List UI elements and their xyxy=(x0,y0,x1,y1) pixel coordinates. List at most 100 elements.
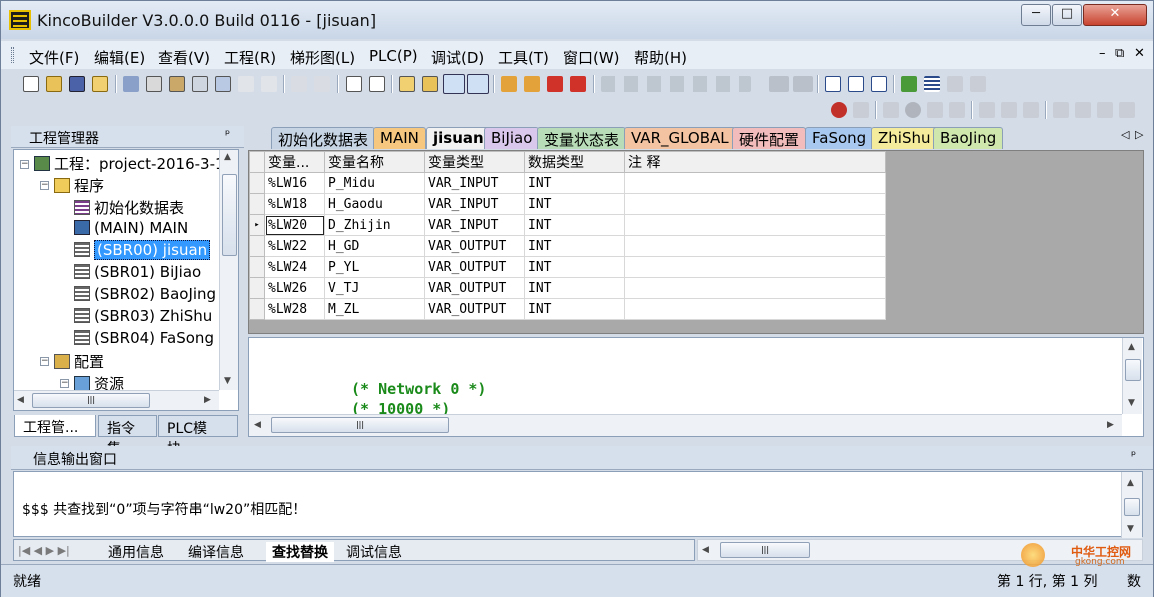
cell-name[interactable]: D_Zhijin xyxy=(324,214,425,236)
tab-nav-first-icon[interactable]: |◀ ◀ ▶ ▶| xyxy=(18,544,70,557)
col-header-name[interactable]: 变量名称 xyxy=(324,151,425,173)
check-icon[interactable] xyxy=(825,76,841,92)
code-horizontal-scrollbar[interactable]: ◀ ||| ▶ xyxy=(249,414,1122,436)
cell-name[interactable]: P_YL xyxy=(324,256,425,278)
cell-data-type[interactable]: INT xyxy=(524,193,625,215)
stop-icon[interactable] xyxy=(905,102,921,118)
collapse-icon[interactable]: − xyxy=(40,357,49,366)
tree-horizontal-scrollbar[interactable]: ◀ ||| ▶ xyxy=(14,390,219,410)
cell-name[interactable]: M_ZL xyxy=(324,298,425,320)
menu-edit[interactable]: 编辑(E) xyxy=(94,47,145,68)
row-header[interactable] xyxy=(249,172,265,194)
tab-main[interactable]: MAIN xyxy=(373,127,426,149)
tab-plc-modules[interactable]: PLC模块... xyxy=(158,415,238,457)
compile-all-icon[interactable] xyxy=(524,76,540,92)
tree-node-config[interactable]: 配置 xyxy=(54,351,104,371)
hand-clear-icon[interactable] xyxy=(1119,102,1135,118)
upload-icon[interactable] xyxy=(570,76,586,92)
new-file-icon[interactable] xyxy=(23,76,39,92)
save-all-icon[interactable] xyxy=(92,76,108,92)
table-row[interactable]: %LW24 P_YL VAR_OUTPUT INT xyxy=(249,256,886,278)
hand-icon[interactable] xyxy=(1053,102,1069,118)
download-icon[interactable] xyxy=(547,76,563,92)
il-view-icon[interactable] xyxy=(467,74,489,94)
cell-address[interactable]: %LW18 xyxy=(264,193,325,215)
tab-baojing[interactable]: BaoJing xyxy=(933,127,1004,149)
cell-name[interactable]: P_Midu xyxy=(324,172,425,194)
table-row[interactable]: %LW16 P_Midu VAR_INPUT INT xyxy=(249,172,886,194)
tree-node-programs[interactable]: 程序 xyxy=(54,175,104,195)
output-vertical-scrollbar[interactable]: ▲ ▼ xyxy=(1121,472,1142,538)
tab-project-manager[interactable]: 工程管... xyxy=(14,415,96,437)
cell-data-type[interactable]: INT xyxy=(524,214,625,236)
cell-data-type[interactable]: INT xyxy=(524,235,625,257)
scroll-up-icon[interactable]: ▲ xyxy=(1128,342,1135,352)
row-header[interactable] xyxy=(249,277,265,299)
table-row[interactable]: %LW28 M_ZL VAR_OUTPUT INT xyxy=(249,298,886,320)
collapse-icon[interactable]: − xyxy=(20,160,29,169)
scroll-thumb[interactable] xyxy=(1125,359,1141,381)
cell-address[interactable]: %LW26 xyxy=(264,277,325,299)
scroll-left-icon[interactable]: ◀ xyxy=(702,545,709,555)
scroll-up-icon[interactable]: ▲ xyxy=(1127,478,1134,488)
unlock-icon[interactable] xyxy=(970,76,986,92)
search-icon[interactable] xyxy=(831,102,847,118)
table-row[interactable]: %LW22 H_GD VAR_OUTPUT INT xyxy=(249,235,886,257)
scroll-thumb[interactable] xyxy=(1124,498,1140,516)
insert-network-icon[interactable] xyxy=(422,76,438,92)
tree-node-init-table[interactable]: 初始化数据表 xyxy=(74,197,184,217)
collapse-icon[interactable]: − xyxy=(40,181,49,190)
cell-comment[interactable] xyxy=(624,298,886,320)
scroll-thumb[interactable]: ||| xyxy=(32,393,150,408)
tab-scroll-left-icon[interactable]: ◁ xyxy=(1121,128,1129,141)
cell-var-type[interactable]: VAR_OUTPUT xyxy=(424,235,525,257)
row-header[interactable] xyxy=(249,298,265,320)
menu-file[interactable]: 文件(F) xyxy=(29,47,79,68)
save-icon[interactable] xyxy=(69,76,85,92)
cell-address[interactable]: %LW20 xyxy=(264,214,325,236)
paste-icon[interactable] xyxy=(169,76,185,92)
open-folder-icon[interactable] xyxy=(46,76,62,92)
cut-icon[interactable] xyxy=(123,76,139,92)
maximize-button[interactable]: □ xyxy=(1052,4,1082,26)
tree-node-main[interactable]: (MAIN) MAIN xyxy=(74,219,188,239)
row-header[interactable] xyxy=(249,235,265,257)
tree-node-sbr00[interactable]: (SBR00) jisuan xyxy=(74,240,211,261)
tab-find-replace[interactable]: 查找替换 xyxy=(266,542,334,562)
unforce-icon[interactable] xyxy=(1001,102,1017,118)
cell-comment[interactable] xyxy=(624,193,886,215)
menu-window[interactable]: 窗口(W) xyxy=(563,47,620,68)
tab-jisuan[interactable]: jisuan xyxy=(426,127,491,149)
pin-icon[interactable]: ᵖ xyxy=(1131,448,1136,462)
menu-view[interactable]: 查看(V) xyxy=(158,47,210,68)
scroll-down-icon[interactable]: ▼ xyxy=(1127,524,1134,534)
paste-special-icon[interactable] xyxy=(192,76,208,92)
compile-icon[interactable] xyxy=(501,76,517,92)
mdi-minimize-button[interactable]: – xyxy=(1099,46,1106,61)
cell-address[interactable]: %LW16 xyxy=(264,172,325,194)
tab-debug-info[interactable]: 调试信息 xyxy=(346,542,402,562)
col-header-address[interactable]: 变量... xyxy=(264,151,325,173)
row-header[interactable] xyxy=(249,193,265,215)
hand-alt-icon[interactable] xyxy=(1075,102,1091,118)
minimize-button[interactable]: ─ xyxy=(1021,4,1051,26)
redo-icon[interactable] xyxy=(261,76,277,92)
cell-var-type[interactable]: VAR_OUTPUT xyxy=(424,277,525,299)
menu-ladder[interactable]: 梯形图(L) xyxy=(290,47,355,68)
tab-instruction-set[interactable]: 指令集 xyxy=(98,415,157,457)
tab-scroll-right-icon[interactable]: ▷ xyxy=(1135,128,1143,141)
scroll-left-icon[interactable]: ◀ xyxy=(17,395,24,405)
ladder-elements-icon[interactable] xyxy=(601,76,751,92)
x-coil-icon[interactable] xyxy=(793,76,813,92)
step-icon[interactable] xyxy=(927,102,943,118)
tree-node-project[interactable]: 工程：project-2016-3-1 xyxy=(34,153,225,173)
cell-var-type[interactable]: VAR_OUTPUT xyxy=(424,256,525,278)
tab-compile-info[interactable]: 编译信息 xyxy=(188,542,244,562)
tree-node-sbr04[interactable]: (SBR04) FaSong xyxy=(74,329,214,349)
menu-debug[interactable]: 调试(D) xyxy=(431,47,484,68)
tab-init-table[interactable]: 初始化数据表 xyxy=(271,127,376,149)
page-setup-icon[interactable] xyxy=(346,76,362,92)
mdi-restore-button[interactable]: ⧉ xyxy=(1115,46,1124,61)
force-icon[interactable] xyxy=(979,102,995,118)
cell-var-type[interactable]: VAR_INPUT xyxy=(424,193,525,215)
